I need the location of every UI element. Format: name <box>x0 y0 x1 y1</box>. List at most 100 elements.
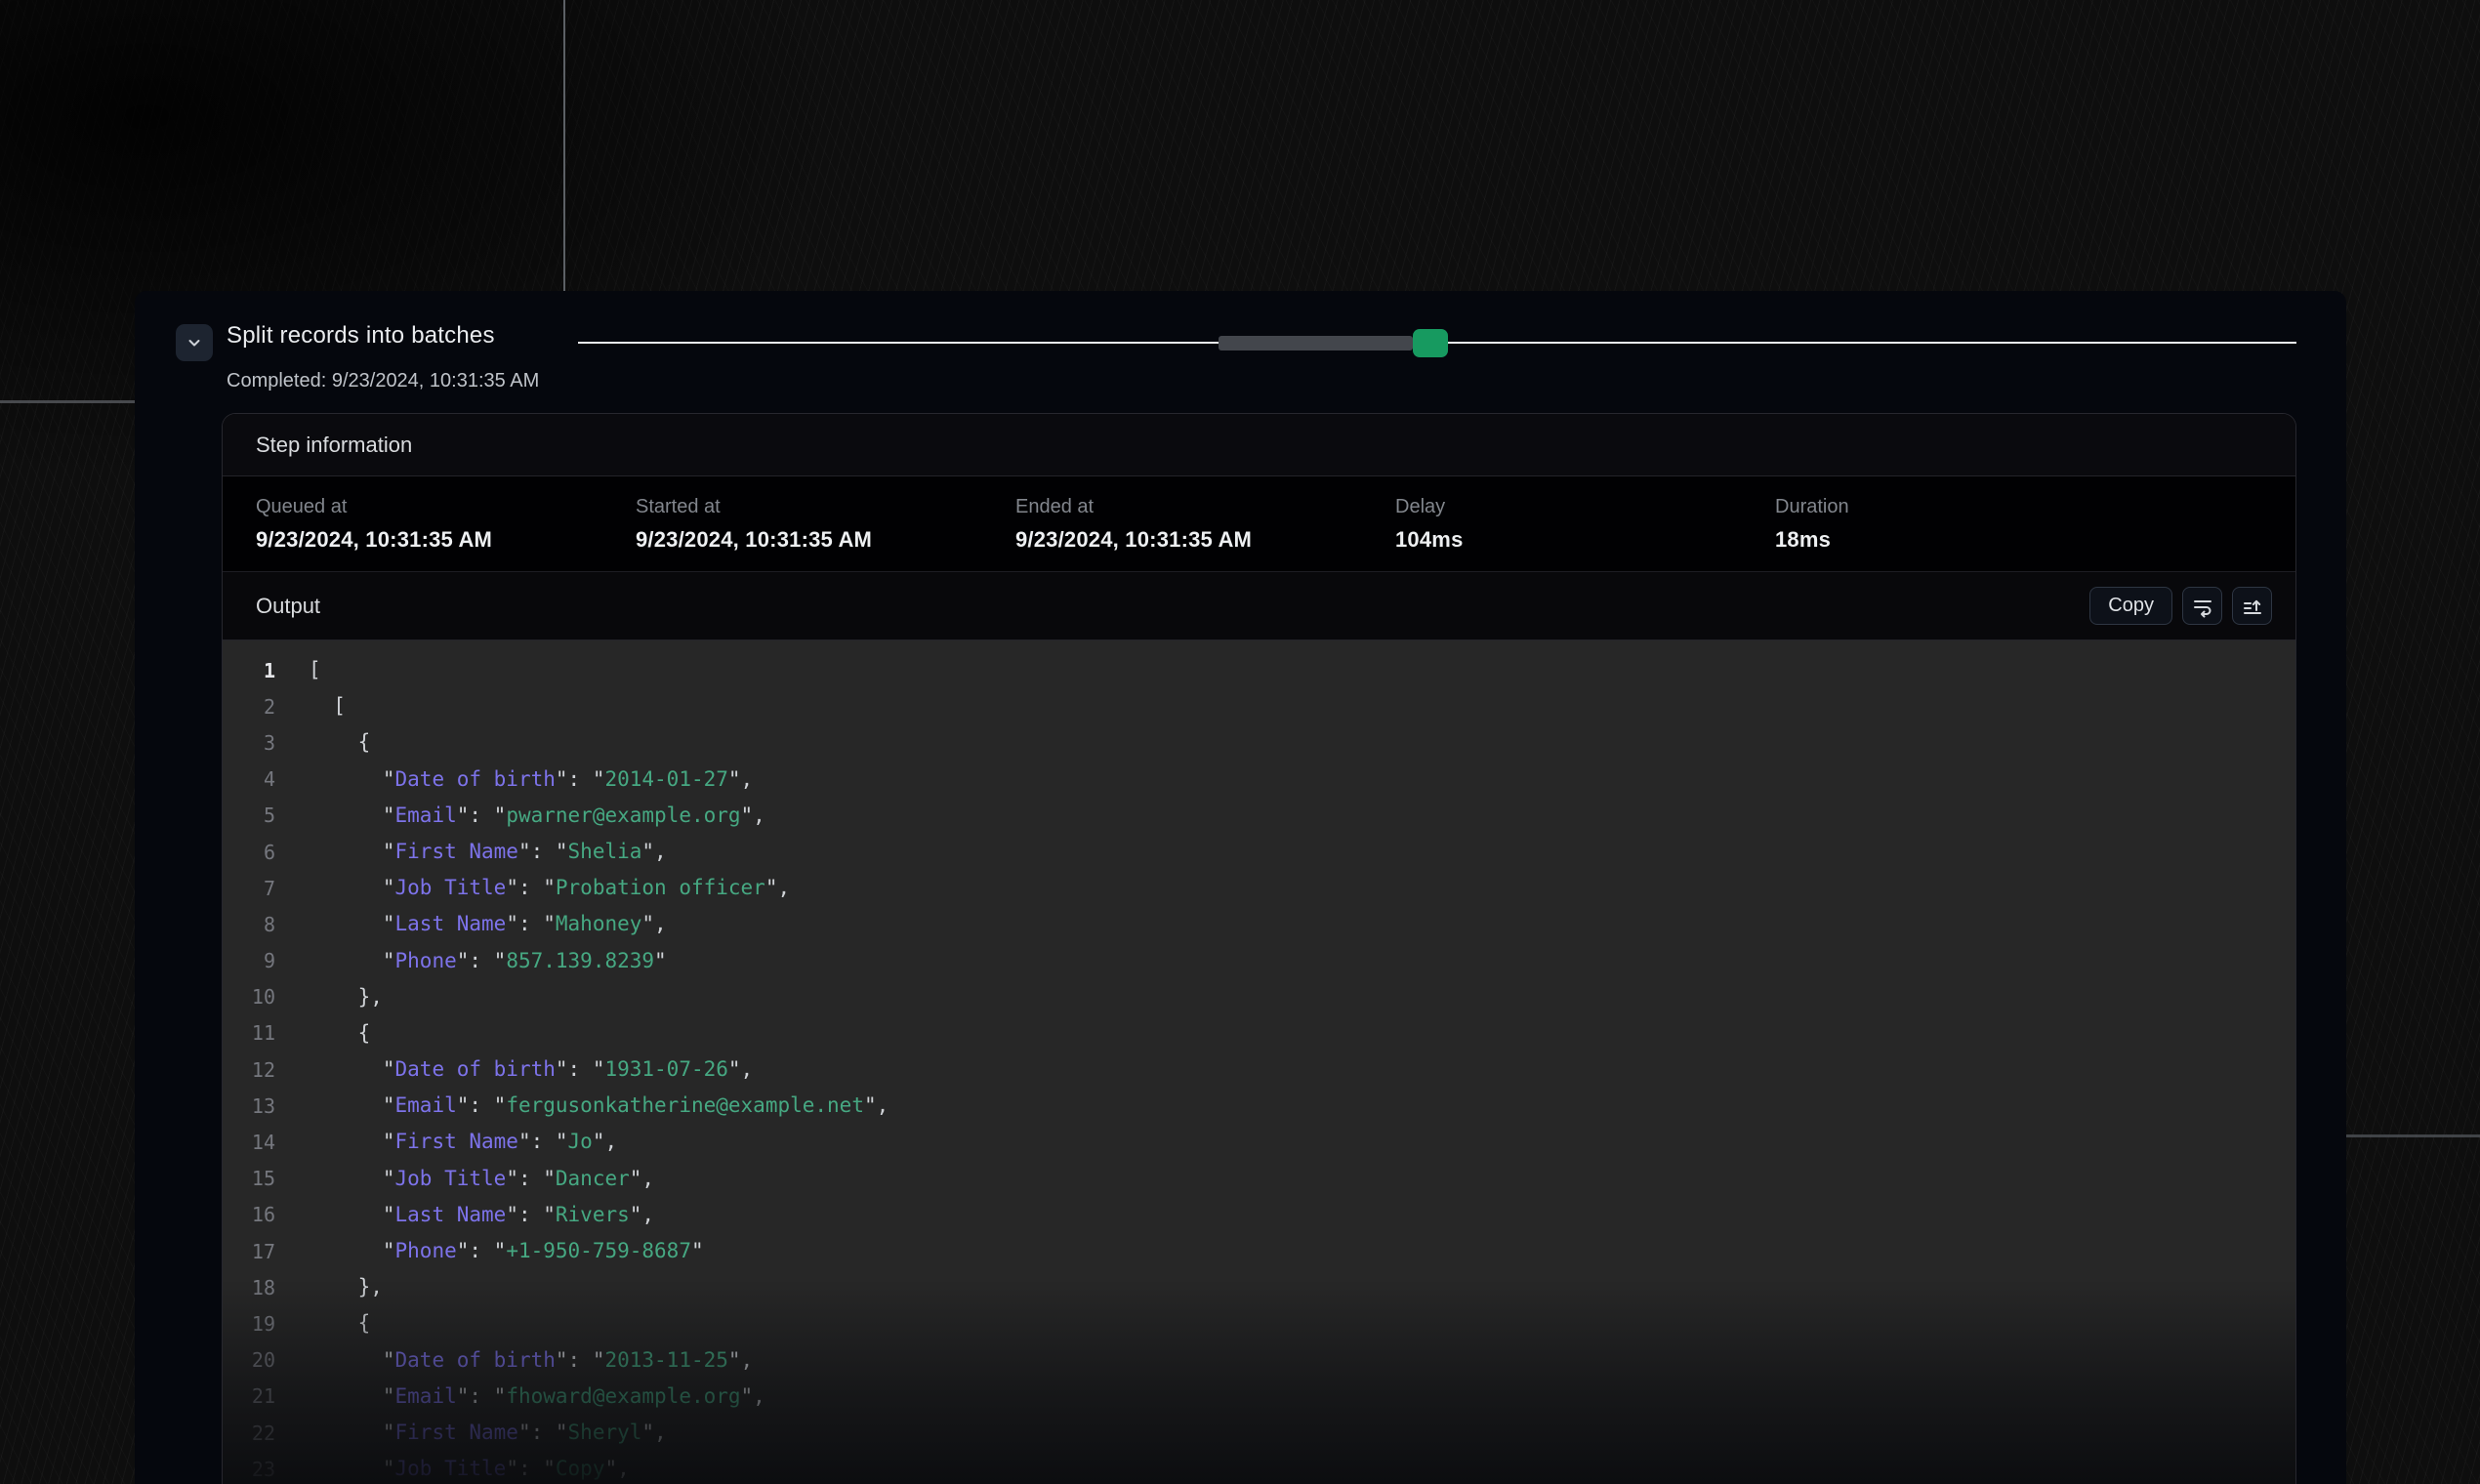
code-line: 9 "Phone": "857.139.8239" <box>223 943 2295 979</box>
code-line: 20 "Date of birth": "2013-11-25", <box>223 1342 2295 1379</box>
code-line-content: { <box>309 1015 370 1051</box>
code-line-content: [ <box>309 688 346 724</box>
output-code-viewer[interactable]: 1[2 [3 {4 "Date of birth": "2014-01-27",… <box>223 640 2295 1484</box>
code-line: 17 "Phone": "+1-950-759-8687" <box>223 1233 2295 1269</box>
code-line: 18 }, <box>223 1269 2295 1305</box>
code-line: 16 "Last Name": "Rivers", <box>223 1197 2295 1233</box>
code-line: 2 [ <box>223 688 2295 724</box>
copy-button[interactable]: Copy <box>2089 587 2172 625</box>
line-number: 23 <box>223 1458 275 1481</box>
line-number: 12 <box>223 1058 275 1082</box>
code-line-content: "Date of birth": "1931-07-26", <box>309 1051 753 1088</box>
line-number: 22 <box>223 1422 275 1445</box>
step-completed-timestamp: Completed: 9/23/2024, 10:31:35 AM <box>227 370 539 392</box>
collapse-step-button[interactable] <box>176 324 213 361</box>
line-number: 9 <box>223 949 275 972</box>
line-number: 2 <box>223 695 275 719</box>
code-line: 6 "First Name": "Shelia", <box>223 834 2295 870</box>
code-line-content: "Email": "fergusonkatherine@example.net"… <box>309 1088 889 1124</box>
canvas-edge-hline-right <box>2346 1134 2480 1137</box>
field-label: Ended at <box>1015 496 1395 518</box>
code-line: 13 "Email": "fergusonkatherine@example.n… <box>223 1088 2295 1124</box>
code-line: 5 "Email": "pwarner@example.org", <box>223 798 2295 834</box>
output-title: Output <box>256 594 320 619</box>
output-actions: Copy <box>2089 587 2272 625</box>
code-line-content: "Phone": "857.139.8239" <box>309 943 667 979</box>
code-line-content: "Job Title": "Copy", <box>309 1451 630 1484</box>
code-line: 14 "First Name": "Jo", <box>223 1124 2295 1160</box>
word-wrap-icon <box>2191 595 2214 618</box>
line-number: 21 <box>223 1384 275 1408</box>
code-line-content: "First Name": "Shelia", <box>309 834 667 870</box>
code-line: 21 "Email": "fhoward@example.org", <box>223 1379 2295 1415</box>
code-line: 1[ <box>223 652 2295 688</box>
field-label: Delay <box>1395 496 1775 518</box>
code-line-content: "Job Title": "Probation officer", <box>309 870 790 906</box>
step-detail-panel: Split records into batches Completed: 9/… <box>135 291 2346 1484</box>
step-information-header: Step information <box>223 414 2295 476</box>
timeline-marker[interactable] <box>1413 329 1448 357</box>
line-number: 13 <box>223 1094 275 1118</box>
field-value: 104ms <box>1395 527 1775 553</box>
line-number: 14 <box>223 1131 275 1154</box>
line-number: 6 <box>223 841 275 864</box>
step-info-field-started: Started at 9/23/2024, 10:31:35 AM <box>636 496 1015 571</box>
code-line-content: "Date of birth": "2014-01-27", <box>309 762 753 798</box>
line-number: 11 <box>223 1021 275 1045</box>
code-line-content: { <box>309 1305 370 1341</box>
field-label: Queued at <box>256 496 636 518</box>
step-information-card: Step information Queued at 9/23/2024, 10… <box>222 413 2296 1484</box>
code-line: 4 "Date of birth": "2014-01-27", <box>223 762 2295 798</box>
code-line-content: "Email": "fhoward@example.org", <box>309 1379 765 1415</box>
canvas-edge-vline <box>563 0 565 291</box>
code-line: 19 { <box>223 1305 2295 1341</box>
code-line: 11 { <box>223 1015 2295 1051</box>
canvas-edge-hline-left <box>0 400 135 403</box>
code-line: 23 "Job Title": "Copy", <box>223 1451 2295 1484</box>
line-number: 15 <box>223 1167 275 1190</box>
code-line-content: { <box>309 724 370 761</box>
word-wrap-button[interactable] <box>2182 587 2222 625</box>
step-info-row: Queued at 9/23/2024, 10:31:35 AM Started… <box>223 476 2295 572</box>
line-number: 7 <box>223 877 275 900</box>
line-number: 10 <box>223 985 275 1009</box>
line-number: 19 <box>223 1312 275 1336</box>
code-line-content: "Last Name": "Rivers", <box>309 1197 654 1233</box>
workflow-canvas: Split records into batches Completed: 9/… <box>0 0 2480 1484</box>
line-number: 5 <box>223 804 275 827</box>
scroll-to-top-button[interactable] <box>2232 587 2272 625</box>
line-number: 1 <box>223 659 275 682</box>
code-lines: 1[2 [3 {4 "Date of birth": "2014-01-27",… <box>223 652 2295 1484</box>
step-info-field-ended: Ended at 9/23/2024, 10:31:35 AM <box>1015 496 1395 571</box>
code-line-content: "Email": "pwarner@example.org", <box>309 798 765 834</box>
step-timeline <box>578 329 2296 360</box>
code-line: 3 { <box>223 724 2295 761</box>
code-line-content: }, <box>309 979 383 1015</box>
line-number: 17 <box>223 1240 275 1263</box>
step-info-field-delay: Delay 104ms <box>1395 496 1775 571</box>
field-value: 18ms <box>1775 527 2155 553</box>
code-line: 10 }, <box>223 979 2295 1015</box>
field-value: 9/23/2024, 10:31:35 AM <box>256 527 636 553</box>
line-number: 8 <box>223 913 275 936</box>
code-line-content: "First Name": "Sheryl", <box>309 1415 667 1451</box>
code-line: 22 "First Name": "Sheryl", <box>223 1415 2295 1451</box>
line-number: 3 <box>223 731 275 755</box>
step-info-field-duration: Duration 18ms <box>1775 496 2155 571</box>
code-line-content: "Job Title": "Dancer", <box>309 1161 654 1197</box>
code-line-content: [ <box>309 652 321 688</box>
line-number: 16 <box>223 1203 275 1226</box>
code-line-content: "First Name": "Jo", <box>309 1124 617 1160</box>
field-label: Started at <box>636 496 1015 518</box>
line-number: 20 <box>223 1348 275 1372</box>
field-value: 9/23/2024, 10:31:35 AM <box>636 527 1015 553</box>
code-line: 7 "Job Title": "Probation officer", <box>223 870 2295 906</box>
code-line: 8 "Last Name": "Mahoney", <box>223 906 2295 942</box>
code-line-content: "Phone": "+1-950-759-8687" <box>309 1233 704 1269</box>
timeline-active-segment <box>1219 336 1413 350</box>
field-label: Duration <box>1775 496 2155 518</box>
output-section-header: Output Copy <box>223 572 2295 640</box>
step-title: Split records into batches <box>227 322 539 350</box>
line-number: 4 <box>223 767 275 791</box>
step-information-title: Step information <box>256 433 412 458</box>
